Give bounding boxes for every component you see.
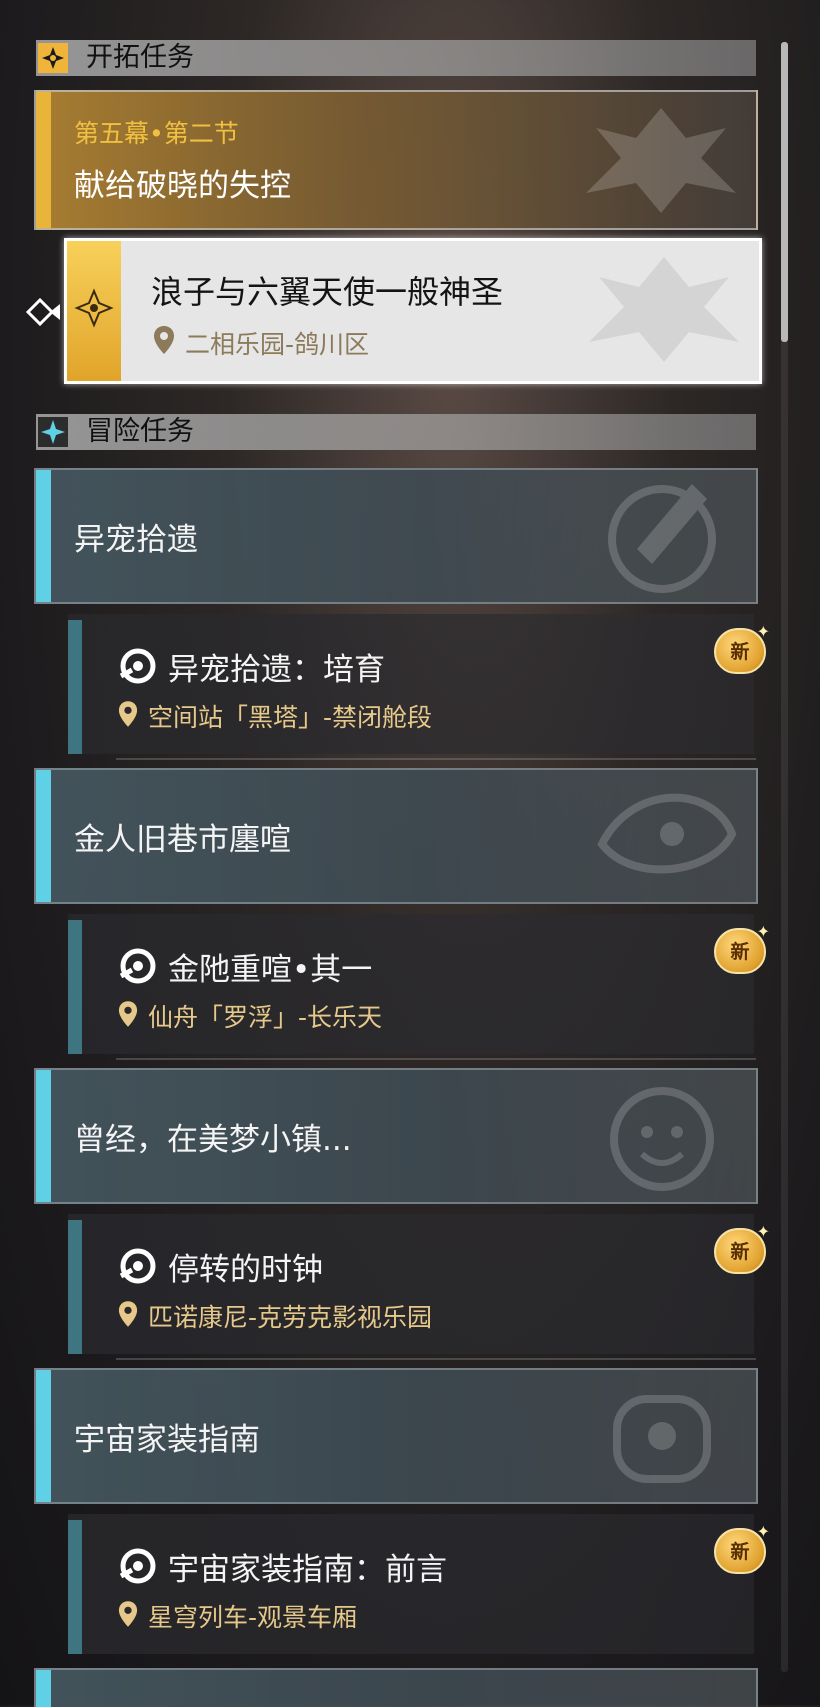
quest-entry[interactable]: 金阤重喧•其一 仙舟「罗浮」-长乐天 新 ✦ (68, 914, 770, 1060)
location-pin-icon (118, 1601, 138, 1627)
divider (116, 758, 756, 760)
quest-entry-accent (68, 1220, 82, 1354)
divider (116, 1358, 756, 1360)
new-badge-label: 新 (730, 1541, 750, 1563)
quest-location: 仙舟「罗浮」-长乐天 (148, 1003, 383, 1032)
quest-name: 异宠拾遗：培育 (168, 652, 385, 688)
sparkle-icon: ✦ (756, 1522, 770, 1541)
main-quest-card[interactable]: 第五幕•第二节 献给破晓的失控 (34, 90, 758, 230)
quest-location: 星穹列车-观景车厢 (148, 1603, 358, 1632)
quest-entry-accent (68, 1520, 82, 1654)
sparkle-icon: ✦ (756, 922, 770, 941)
quest-entry[interactable]: 停转的时钟 匹诺康尼-克劳克影视乐园 新 ✦ (68, 1214, 770, 1360)
quest-entry-accent (68, 620, 82, 754)
section-title: 开拓任务 (86, 42, 194, 73)
active-quest-accent (67, 241, 121, 381)
category-title: 金人旧巷市廛喧 (74, 822, 291, 858)
category-accent (36, 1670, 51, 1707)
quest-category-card[interactable]: 金人旧巷市廛喧 (34, 768, 758, 904)
quest-name: 停转的时钟 (168, 1252, 323, 1288)
active-quest-name: 浪子与六翼天使一般神圣 (151, 273, 504, 311)
adventure-quest-icon (119, 1548, 156, 1584)
dragon-emblem-icon (597, 793, 737, 874)
new-badge: 新 ✦ (714, 1524, 770, 1574)
trailblaze-star-icon (74, 288, 114, 328)
section-header-adventure: 冒险任务 (36, 414, 756, 450)
new-badge: 新 ✦ (714, 1224, 770, 1274)
quest-name: 宇宙家装指南：前言 (168, 1552, 447, 1588)
adventure-quest-icon (119, 948, 156, 984)
active-quest-card[interactable]: 浪子与六翼天使一般神圣 二相乐园-鸽川区 (64, 238, 762, 384)
adventure-quest-icon (119, 648, 156, 684)
quest-entry[interactable]: 宇宙家装指南：前言 星穹列车-观景车厢 新 ✦ (68, 1514, 770, 1654)
clock-mascot-emblem-icon (610, 1087, 714, 1191)
section-title: 冒险任务 (86, 416, 194, 447)
category-title: 曾经，在美梦小镇... (74, 1122, 352, 1158)
quest-category-card[interactable]: 宇宙家装指南 (34, 1368, 758, 1504)
robot-emblem-icon (613, 1395, 711, 1483)
quest-name: 金阤重喧•其一 (168, 952, 373, 988)
new-badge-label: 新 (730, 941, 750, 963)
quest-location: 匹诺康尼-克劳克影视乐园 (148, 1303, 433, 1332)
new-badge-label: 新 (730, 641, 750, 663)
location-pin-icon (118, 701, 138, 727)
emblem-decoration-icon (586, 108, 736, 213)
main-quest-accent (36, 92, 51, 228)
selected-marker-icon (26, 297, 60, 327)
location-pin-icon (118, 1301, 138, 1327)
scrollbar-thumb[interactable] (781, 42, 788, 342)
new-badge: 新 ✦ (714, 624, 770, 674)
quest-entry[interactable]: 异宠拾遗：培育 空间站「黑塔」-禁闭舱段 新 ✦ (68, 614, 770, 760)
location-pin-icon (118, 1001, 138, 1027)
emblem-decoration-icon (589, 257, 739, 362)
adventure-quest-icon (119, 1248, 156, 1284)
active-quest-location: 二相乐园-鸽川区 (185, 330, 370, 359)
quest-location: 空间站「黑塔」-禁闭舱段 (148, 703, 433, 732)
category-accent (36, 770, 51, 902)
main-quest-chapter: 第五幕•第二节 (74, 119, 239, 148)
category-accent (36, 470, 51, 602)
category-accent (36, 1370, 51, 1502)
category-title: 异宠拾遗 (74, 522, 198, 558)
divider (116, 1058, 756, 1060)
new-badge-label: 新 (730, 1241, 750, 1263)
new-badge: 新 ✦ (714, 924, 770, 974)
location-pin-icon (154, 326, 174, 354)
quest-entry-accent (68, 920, 82, 1054)
main-quest-name: 献给破晓的失控 (74, 168, 291, 204)
trailblaze-icon (38, 43, 68, 73)
quest-category-card-partial[interactable] (34, 1668, 758, 1707)
category-accent (36, 1070, 51, 1202)
quest-category-card[interactable]: 曾经，在美梦小镇... (34, 1068, 758, 1204)
category-title: 宇宙家装指南 (74, 1422, 260, 1458)
sparkle-icon: ✦ (756, 622, 770, 641)
sparkle-icon: ✦ (756, 1222, 770, 1241)
section-header-trailblaze: 开拓任务 (36, 40, 756, 76)
adventure-icon (38, 417, 68, 447)
rocket-emblem-icon (608, 484, 716, 593)
quest-category-card[interactable]: 异宠拾遗 (34, 468, 758, 604)
